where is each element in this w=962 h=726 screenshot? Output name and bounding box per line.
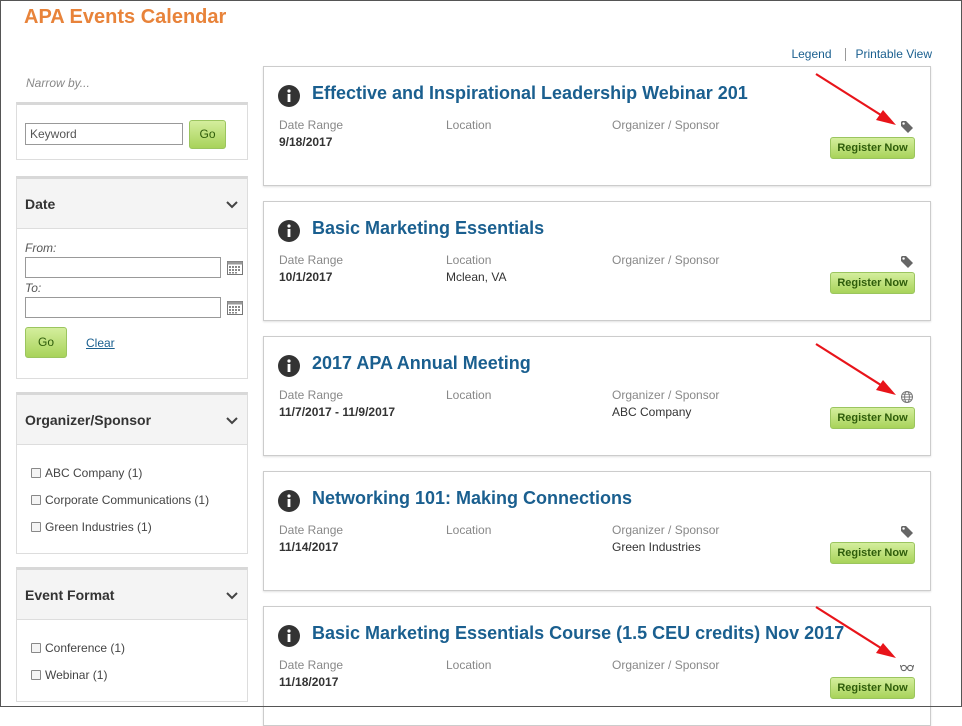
- keyword-panel: Go: [16, 102, 248, 160]
- event-card: Networking 101: Making Connections Date …: [263, 471, 931, 591]
- register-now-button[interactable]: Register Now: [830, 137, 915, 159]
- annotation-arrow: [815, 343, 896, 395]
- organizer-panel: Organizer/Sponsor ABC Company (1) Corpor…: [16, 392, 248, 554]
- event-format-panel-title: Event Format: [25, 586, 115, 603]
- printable-view-link[interactable]: Printable View: [856, 47, 933, 61]
- filter-option-abc-company[interactable]: ABC Company (1): [31, 466, 142, 480]
- checkbox[interactable]: [31, 670, 41, 680]
- event-date: 11/14/2017: [279, 540, 339, 554]
- chevron-down-icon[interactable]: [225, 197, 239, 211]
- event-title-link[interactable]: Effective and Inspirational Leadership W…: [312, 83, 748, 104]
- info-icon[interactable]: [278, 490, 300, 512]
- event-card: Basic Marketing Essentials Date Range Lo…: [263, 201, 931, 321]
- checkbox[interactable]: [31, 468, 41, 478]
- checkbox[interactable]: [31, 522, 41, 532]
- glasses-icon: [900, 664, 914, 672]
- filter-option-webinar[interactable]: Webinar (1): [31, 668, 107, 682]
- event-date: 9/18/2017: [279, 135, 333, 149]
- page-title: APA Events Calendar: [24, 6, 227, 28]
- to-date-input[interactable]: [25, 297, 221, 318]
- info-icon[interactable]: [278, 355, 300, 377]
- register-now-button[interactable]: Register Now: [830, 677, 915, 699]
- filter-option-label: Green Industries (1): [45, 520, 152, 534]
- calendar-icon[interactable]: [227, 261, 243, 275]
- organizer-panel-title: Organizer/Sponsor: [25, 411, 152, 428]
- location-label: Location: [446, 388, 492, 402]
- location-label: Location: [446, 118, 492, 132]
- date-range-label: Date Range: [279, 658, 344, 672]
- annotation-arrow: [815, 606, 896, 658]
- date-range-label: Date Range: [279, 253, 344, 267]
- date-panel-title: Date: [25, 195, 56, 212]
- event-format-panel-header[interactable]: Event Format: [17, 570, 247, 620]
- chevron-down-icon[interactable]: [225, 588, 239, 602]
- register-now-button[interactable]: Register Now: [830, 407, 915, 429]
- tag-icon: [901, 256, 913, 268]
- narrow-by-label: Narrow by...: [26, 76, 90, 90]
- from-label: From:: [25, 241, 57, 255]
- info-icon[interactable]: [278, 625, 300, 647]
- from-date-input[interactable]: [25, 257, 221, 278]
- event-date: 11/7/2017 - 11/9/2017: [279, 405, 396, 419]
- event-date: 11/18/2017: [279, 675, 339, 689]
- location-label: Location: [446, 658, 492, 672]
- globe-icon: [901, 391, 913, 403]
- date-panel: Date From: To: Go Clear: [16, 176, 248, 379]
- date-go-button[interactable]: Go: [25, 327, 67, 358]
- register-now-button[interactable]: Register Now: [830, 542, 915, 564]
- filter-option-label: Conference (1): [45, 641, 126, 655]
- to-label: To:: [25, 281, 42, 295]
- info-icon[interactable]: [278, 85, 300, 107]
- filter-option-label: Corporate Communications (1): [45, 493, 210, 507]
- register-now-button[interactable]: Register Now: [830, 272, 915, 294]
- filter-option-conference[interactable]: Conference (1): [31, 641, 125, 655]
- legend-link[interactable]: Legend: [791, 47, 831, 61]
- top-links: Legend Printable View: [791, 47, 932, 61]
- event-organizer: ABC Company: [612, 405, 692, 419]
- location-label: Location: [446, 523, 492, 537]
- event-title-link[interactable]: Basic Marketing Essentials Course (1.5 C…: [312, 623, 844, 644]
- organizer-label: Organizer / Sponsor: [612, 523, 720, 537]
- annotation-arrow: [815, 73, 896, 125]
- date-range-label: Date Range: [279, 388, 344, 402]
- keyword-input[interactable]: [25, 123, 183, 145]
- date-range-label: Date Range: [279, 118, 344, 132]
- organizer-label: Organizer / Sponsor: [612, 658, 720, 672]
- date-range-label: Date Range: [279, 523, 344, 537]
- checkbox[interactable]: [31, 495, 41, 505]
- organizer-label: Organizer / Sponsor: [612, 388, 720, 402]
- tag-icon: [901, 121, 913, 133]
- filter-option-label: ABC Company (1): [45, 466, 143, 480]
- chevron-down-icon[interactable]: [225, 413, 239, 427]
- checkbox[interactable]: [31, 643, 41, 653]
- event-location: Mclean, VA: [446, 270, 507, 284]
- organizer-panel-header[interactable]: Organizer/Sponsor: [17, 395, 247, 445]
- event-organizer: Green Industries: [612, 540, 701, 554]
- link-divider: [844, 47, 846, 61]
- event-format-panel: Event Format Conference (1) Webinar (1): [16, 567, 248, 702]
- keyword-go-button[interactable]: Go: [189, 120, 226, 149]
- filter-option-green-industries[interactable]: Green Industries (1): [31, 520, 152, 534]
- date-panel-header[interactable]: Date: [17, 179, 247, 229]
- event-title-link[interactable]: 2017 APA Annual Meeting: [312, 353, 531, 374]
- event-date: 10/1/2017: [279, 270, 333, 284]
- calendar-icon[interactable]: [227, 301, 243, 315]
- organizer-label: Organizer / Sponsor: [612, 118, 720, 132]
- filter-option-label: Webinar (1): [45, 668, 108, 682]
- event-title-link[interactable]: Networking 101: Making Connections: [312, 488, 632, 509]
- filter-option-corporate-communications[interactable]: Corporate Communications (1): [31, 493, 209, 507]
- clear-link[interactable]: Clear: [86, 336, 115, 350]
- location-label: Location: [446, 253, 492, 267]
- event-title-link[interactable]: Basic Marketing Essentials: [312, 218, 544, 239]
- tag-icon: [901, 526, 913, 538]
- info-icon[interactable]: [278, 220, 300, 242]
- organizer-label: Organizer / Sponsor: [612, 253, 720, 267]
